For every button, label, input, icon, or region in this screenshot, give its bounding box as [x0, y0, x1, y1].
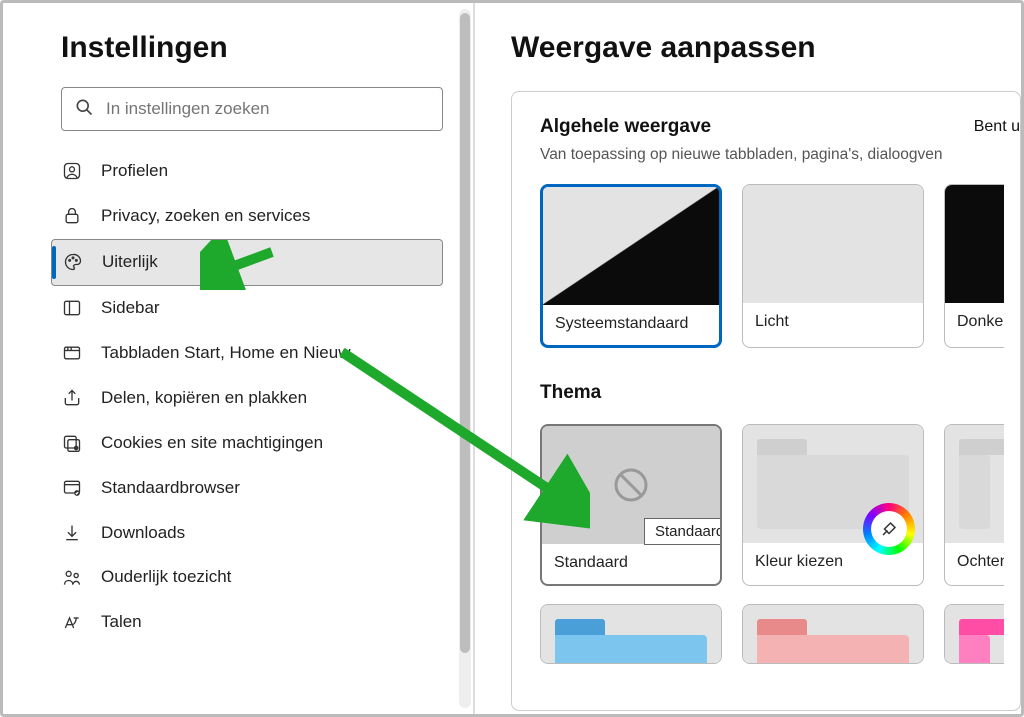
- sidebar-item-cookies[interactable]: Cookies en site machtigingen: [51, 421, 443, 466]
- sidebar-item-label: Sidebar: [101, 297, 160, 320]
- lock-icon: [61, 205, 83, 227]
- settings-title: Instellingen: [61, 31, 443, 65]
- appearance-panel: Algehele weergave Bent u Van toepassing …: [511, 91, 1021, 711]
- tabs-icon: [61, 342, 83, 364]
- download-icon: [61, 522, 83, 544]
- appearance-card-light[interactable]: Licht: [742, 184, 924, 348]
- color-wheel-icon: [863, 503, 915, 555]
- sidebar-item-sidebar[interactable]: Sidebar: [51, 286, 443, 331]
- profiles-icon: [61, 160, 83, 182]
- light-preview-icon: [743, 185, 923, 303]
- theme-section-title: Thema: [540, 382, 1020, 404]
- sidebar-item-label: Standaardbrowser: [101, 477, 240, 500]
- main-panel: Weergave aanpassen Algehele weergave Ben…: [475, 3, 1021, 714]
- theme-card-blue[interactable]: [540, 604, 722, 664]
- appearance-card-dark[interactable]: Donker: [944, 184, 1004, 348]
- color-picker-preview: [743, 425, 923, 543]
- sidebar-icon: [61, 297, 83, 319]
- split-preview-icon: [543, 187, 719, 305]
- sidebar-item-parental[interactable]: Ouderlijk toezicht: [51, 555, 443, 600]
- sidebar-item-appearance[interactable]: Uiterlijk: [51, 239, 443, 286]
- appearance-card-system[interactable]: Systeemstandaard: [540, 184, 722, 348]
- appearance-subtitle: Van toepassing op nieuwe tabbladen, pagi…: [540, 146, 1020, 164]
- appearance-cards: Systeemstandaard Licht Donker: [540, 184, 1020, 348]
- sidebar-item-label: Profielen: [101, 160, 168, 183]
- sidebar-item-tabs[interactable]: Tabbladen Start, Home en Nieuw: [51, 331, 443, 376]
- sidebar-item-default-browser[interactable]: Standaardbrowser: [51, 466, 443, 511]
- sidebar-item-label: Ouderlijk toezicht: [101, 566, 231, 589]
- right-link[interactable]: Bent u: [974, 118, 1020, 136]
- theme-cards-row2: [540, 604, 1020, 664]
- search-input[interactable]: [106, 99, 430, 119]
- nav-list: Profielen Privacy, zoeken en services Ui…: [61, 149, 443, 645]
- share-icon: [61, 387, 83, 409]
- sidebar-item-profiles[interactable]: Profielen: [51, 149, 443, 194]
- dark-preview-icon: [945, 185, 1004, 303]
- sidebar-scrollbar[interactable]: [459, 9, 471, 708]
- sidebar-item-privacy[interactable]: Privacy, zoeken en services: [51, 194, 443, 239]
- sidebar-item-label: Privacy, zoeken en services: [101, 205, 310, 228]
- languages-icon: [61, 612, 83, 634]
- card-label: Donker: [945, 303, 1004, 343]
- search-icon: [74, 97, 94, 122]
- palette-icon: [62, 251, 84, 273]
- page-title: Weergave aanpassen: [511, 31, 1021, 65]
- sidebar-item-label: Uiterlijk: [102, 251, 158, 274]
- browser-icon: [61, 477, 83, 499]
- theme-card-color-picker[interactable]: Kleur kiezen: [742, 424, 924, 586]
- card-label: Licht: [743, 303, 923, 343]
- card-label: Standaard: [542, 544, 720, 584]
- sidebar-item-label: Delen, kopiëren en plakken: [101, 387, 307, 410]
- tooltip: Standaard: [644, 518, 722, 545]
- settings-sidebar: Instellingen Profielen: [3, 3, 473, 714]
- sidebar-item-label: Cookies en site machtigingen: [101, 432, 323, 455]
- search-box[interactable]: [61, 87, 443, 131]
- scrollbar-thumb[interactable]: [460, 13, 470, 653]
- theme-card-default[interactable]: Standaard Standaard: [540, 424, 722, 586]
- cookies-icon: [61, 432, 83, 454]
- sidebar-item-label: Talen: [101, 611, 142, 634]
- sidebar-item-label: Tabbladen Start, Home en Nieuw: [101, 342, 350, 365]
- sidebar-item-languages[interactable]: Talen: [51, 600, 443, 645]
- no-symbol-icon: [611, 465, 651, 505]
- card-label: Ochtend: [945, 543, 1004, 583]
- family-icon: [61, 567, 83, 589]
- theme-cards: Standaard Standaard: [540, 424, 1020, 586]
- sidebar-item-downloads[interactable]: Downloads: [51, 511, 443, 556]
- sidebar-item-label: Downloads: [101, 522, 185, 545]
- morning-preview: [945, 425, 1004, 543]
- appearance-section-title: Algehele weergave: [540, 116, 711, 138]
- card-label: Systeemstandaard: [543, 305, 719, 345]
- theme-card-morning[interactable]: Ochtend: [944, 424, 1004, 586]
- sidebar-item-share[interactable]: Delen, kopiëren en plakken: [51, 376, 443, 421]
- eyedropper-icon: [880, 520, 898, 538]
- theme-card-coral[interactable]: [742, 604, 924, 664]
- theme-card-pink[interactable]: [944, 604, 1004, 664]
